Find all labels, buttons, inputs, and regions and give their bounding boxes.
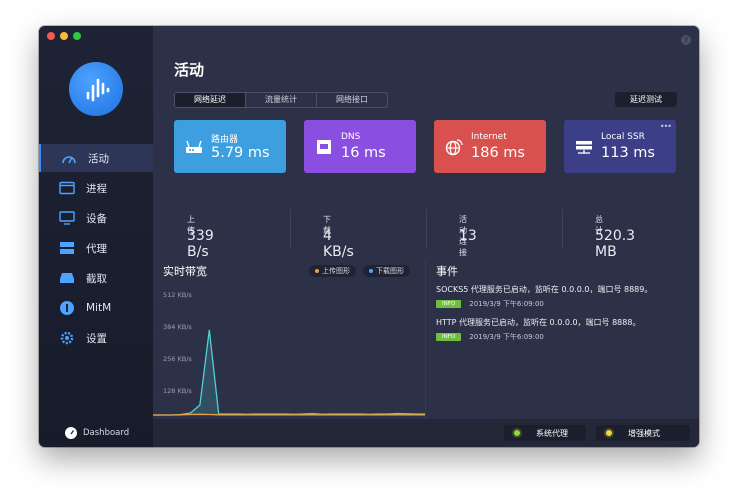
divider [425, 259, 426, 419]
tab-traffic-stats[interactable]: 流量统计 [246, 93, 317, 107]
sidebar-item-settings[interactable]: 设置 [39, 324, 153, 352]
dashboard-label: Dashboard [83, 428, 130, 438]
toggle-label: 系统代理 [536, 428, 568, 438]
divider [426, 209, 427, 249]
router-icon [184, 138, 204, 156]
enhanced-mode-toggle[interactable]: 增强模式 [596, 425, 690, 441]
legend-label: 下载图形 [376, 267, 404, 275]
app-logo [69, 62, 123, 116]
shield-icon [57, 300, 77, 316]
dashboard-button[interactable]: Dashboard [65, 427, 129, 439]
tab-network-interface[interactable]: 网络接口 [317, 93, 387, 107]
latency-card-local-ssr[interactable]: ••• Local SSR 113 ms [564, 120, 676, 173]
stat-value: 339 B/s [187, 228, 214, 260]
event-item: HTTP 代理服务已启动，监听在 0.0.0.0，端口号 8888。 INFO … [436, 317, 640, 342]
event-text: HTTP 代理服务已启动，监听在 0.0.0.0，端口号 8888。 [436, 318, 641, 327]
server-icon [57, 240, 77, 256]
sidebar-item-process[interactable]: 进程 [39, 174, 153, 202]
bottom-bar: 系统代理 增强模式 [153, 419, 699, 447]
bandwidth-chart [153, 297, 425, 416]
sidebar-item-label: 截取 [86, 272, 107, 285]
system-proxy-toggle[interactable]: 系统代理 [504, 425, 586, 441]
gauge-icon [65, 427, 77, 439]
gauge-icon [59, 150, 79, 166]
monitor-icon [57, 210, 77, 226]
minimize-window-button[interactable] [60, 32, 68, 40]
sidebar-item-activity[interactable]: 活动 [39, 144, 155, 172]
tray-icon [57, 270, 77, 286]
card-label: 路由器 [211, 135, 239, 145]
card-value: 113 ms [601, 145, 655, 161]
sidebar-item-label: 进程 [86, 182, 107, 195]
series-area [153, 330, 425, 415]
sidebar-item-device[interactable]: 设备 [39, 204, 153, 232]
stats-row: 上传 339 B/s 下载 4 KB/s 活动连接 13 总计 520.3 MB [153, 203, 699, 260]
window-icon [57, 180, 77, 196]
card-label: Local SSR [601, 132, 645, 142]
sidebar-item-label: MitM [86, 302, 112, 314]
sidebar-item-proxy[interactable]: 代理 [39, 234, 153, 262]
latency-test-button[interactable]: 延迟测试 [615, 92, 677, 107]
event-time: 2019/3/9 下午6:09:00 [469, 333, 544, 341]
tab-bar: 网络延迟 流量统计 网络接口 [174, 92, 388, 108]
event-item: SOCKS5 代理服务已启动，监听在 0.0.0.0，端口号 8889。 INF… [436, 284, 652, 309]
page-title: 活动 [174, 61, 205, 79]
legend-upload-toggle[interactable]: 上传图形 [309, 265, 356, 277]
card-label: Internet [471, 132, 507, 142]
card-value: 16 ms [341, 145, 386, 161]
dns-icon [314, 138, 334, 156]
legend-label: 上传图形 [322, 267, 350, 275]
stat-value: 4 KB/s [323, 228, 354, 260]
event-time: 2019/3/9 下午6:09:00 [469, 300, 544, 308]
more-icon[interactable]: ••• [660, 122, 672, 131]
series-line [153, 413, 425, 416]
sidebar-item-label: 活动 [88, 152, 109, 165]
latency-card-router[interactable]: 路由器 5.79 ms [174, 120, 286, 173]
info-badge: INFO [436, 300, 462, 308]
sidebar-item-capture[interactable]: 截取 [39, 264, 153, 292]
sidebar-item-label: 代理 [86, 242, 107, 255]
event-text: SOCKS5 代理服务已启动，监听在 0.0.0.0，端口号 8889。 [436, 285, 653, 294]
close-window-button[interactable] [47, 32, 55, 40]
events-title: 事件 [436, 265, 458, 278]
status-indicator-icon [512, 428, 522, 438]
card-value: 186 ms [471, 145, 525, 161]
globe-icon [444, 138, 464, 156]
latency-card-internet[interactable]: Internet 186 ms [434, 120, 546, 173]
stat-value: 13 [459, 228, 477, 244]
upload-dot-icon [315, 269, 319, 273]
card-value: 5.79 ms [211, 145, 270, 161]
help-icon[interactable]: ? [681, 35, 691, 45]
stat-value: 520.3 MB [595, 228, 636, 260]
server-stack-icon [574, 138, 594, 156]
divider [562, 209, 563, 249]
app-window: 活动 进程 设备 代理 截取 MitM 设置 Dashboard ? 活动 网络… [39, 26, 699, 447]
latency-card-dns[interactable]: DNS 16 ms [304, 120, 416, 173]
card-label: DNS [341, 132, 361, 142]
status-indicator-icon [604, 428, 614, 438]
divider [290, 209, 291, 249]
zoom-window-button[interactable] [73, 32, 81, 40]
sidebar-item-label: 设置 [86, 332, 107, 345]
gear-icon [57, 330, 77, 346]
sidebar-item-label: 设备 [86, 212, 107, 225]
download-dot-icon [369, 269, 373, 273]
toggle-label: 增强模式 [628, 428, 660, 438]
series-line [153, 329, 425, 416]
sidebar-item-mitm[interactable]: MitM [39, 294, 153, 322]
sidebar: 活动 进程 设备 代理 截取 MitM 设置 Dashboard [39, 26, 155, 447]
main-panel: ? 活动 网络延迟 流量统计 网络接口 延迟测试 路由器 5.79 ms DNS… [153, 26, 699, 447]
bandwidth-title: 实时带宽 [163, 265, 207, 278]
info-badge: INFO [436, 333, 462, 341]
legend-download-toggle[interactable]: 下载图形 [363, 265, 410, 277]
tab-network-latency[interactable]: 网络延迟 [175, 93, 246, 107]
